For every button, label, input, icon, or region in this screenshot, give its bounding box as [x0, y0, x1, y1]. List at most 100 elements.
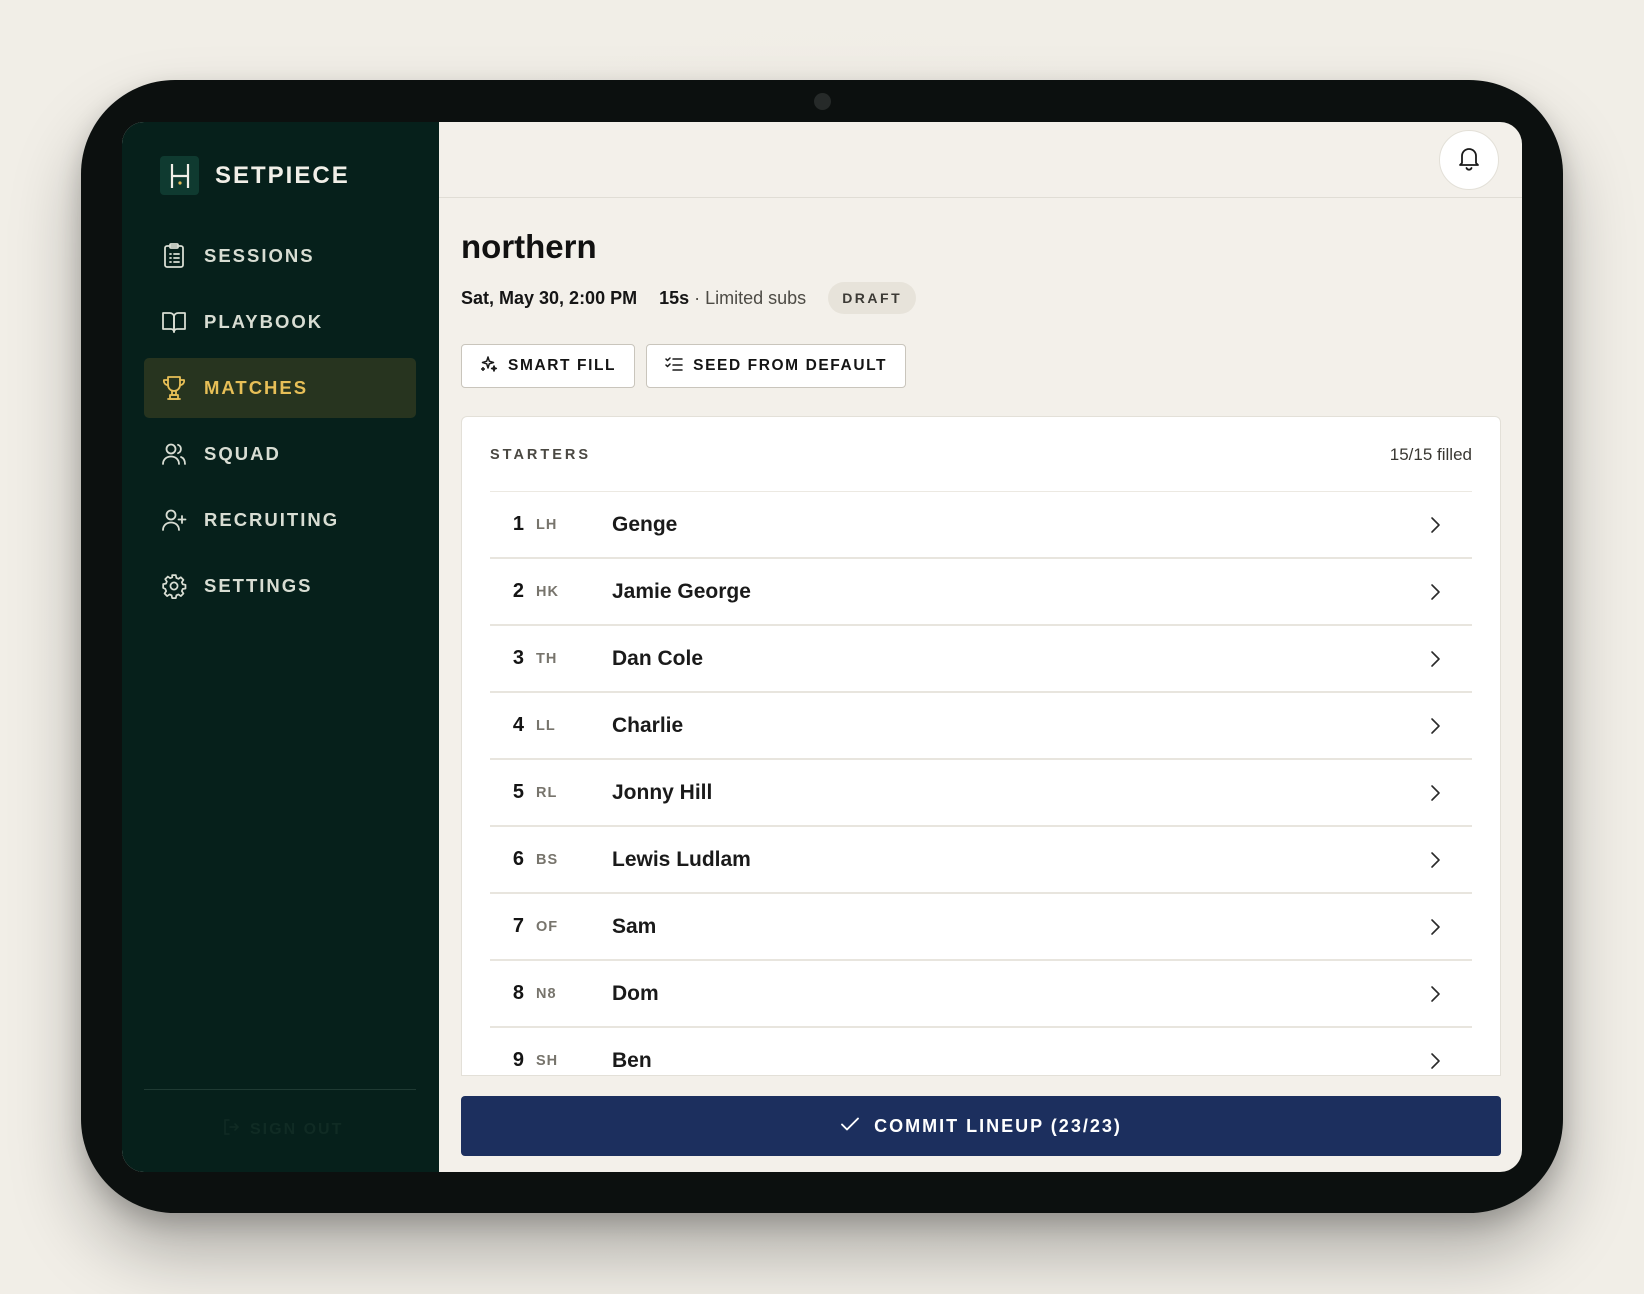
table-row[interactable]: 8 N8 Dom: [490, 961, 1472, 1028]
chevron-right-icon: [1431, 986, 1440, 1002]
player-name: Jamie George: [612, 579, 751, 603]
commit-lineup-label: COMMIT LINEUP (23/23): [874, 1115, 1122, 1136]
app-screen: SETPIECE SESSIONS PLAYBOOK MATCHES SQUAD…: [122, 122, 1522, 1172]
sidebar-item-label: SQUAD: [204, 443, 281, 464]
jersey-number: 6: [512, 848, 524, 870]
position-code: SH: [536, 1052, 559, 1069]
table-row[interactable]: 6 BS Lewis Ludlam: [490, 827, 1472, 894]
status-badge: DRAFT: [828, 282, 917, 314]
chevron-right-icon: [1431, 1053, 1440, 1069]
position-code: OF: [536, 918, 559, 935]
chevron-right-icon: [1431, 785, 1440, 801]
seed-from-default-button[interactable]: SEED FROM DEFAULT: [646, 344, 907, 388]
stage: SETPIECE SESSIONS PLAYBOOK MATCHES SQUAD…: [0, 0, 1644, 1294]
trophy-icon: [160, 374, 188, 402]
match-format: 15s: [659, 287, 690, 308]
chevron-right-icon: [1431, 852, 1440, 868]
chevron-right-icon: [1431, 517, 1440, 533]
sidebar-item-label: MATCHES: [204, 377, 309, 398]
top-bar: [439, 122, 1522, 198]
bell-icon: [1457, 145, 1481, 176]
sidebar-nav: SESSIONS PLAYBOOK MATCHES SQUAD RECRUITI…: [144, 226, 416, 622]
sign-out-icon: [222, 1118, 240, 1141]
smart-fill-button[interactable]: SMART FILL: [461, 344, 636, 388]
player-name: Sam: [612, 914, 657, 938]
jersey-number: 8: [512, 982, 524, 1004]
table-row[interactable]: 3 TH Dan Cole: [490, 626, 1472, 693]
page-title: northern: [461, 228, 597, 265]
sidebar: SETPIECE SESSIONS PLAYBOOK MATCHES SQUAD…: [122, 122, 439, 1172]
users-icon: [160, 440, 188, 468]
position-code: LL: [536, 717, 556, 734]
brand-name: SETPIECE: [215, 161, 350, 189]
user-plus-icon: [160, 506, 188, 534]
notifications-button[interactable]: [1439, 130, 1499, 190]
position-code: N8: [536, 985, 557, 1002]
gear-icon: [160, 572, 188, 600]
table-row[interactable]: 4 LL Charlie: [490, 693, 1472, 760]
position-code: HK: [536, 583, 559, 600]
smart-fill-label: SMART FILL: [508, 357, 617, 374]
player-name: Dan Cole: [612, 646, 704, 670]
player-name: Dom: [612, 981, 659, 1005]
table-row[interactable]: 2 HK Jamie George: [490, 559, 1472, 626]
sign-out-button[interactable]: SIGN OUT: [222, 1118, 343, 1141]
chevron-right-icon: [1431, 651, 1440, 667]
player-name: Ben: [612, 1048, 652, 1072]
jersey-number: 1: [512, 513, 524, 535]
seed-from-default-label: SEED FROM DEFAULT: [693, 357, 888, 374]
check-icon: [840, 1116, 860, 1137]
player-name: Charlie: [612, 713, 684, 737]
match-subs: · Limited subs: [694, 287, 807, 308]
player-name: Jonny Hill: [612, 780, 713, 804]
position-code: RL: [536, 784, 558, 801]
jersey-number: 3: [512, 647, 524, 669]
sidebar-item-playbook[interactable]: PLAYBOOK: [144, 292, 416, 352]
jersey-number: 4: [512, 714, 524, 736]
brand[interactable]: SETPIECE: [160, 156, 350, 195]
sidebar-item-sessions[interactable]: SESSIONS: [144, 226, 416, 286]
sidebar-item-label: RECRUITING: [204, 509, 340, 530]
starters-panel: STARTERS 15/15 filled 1 LH Genge 2 HK Ja…: [461, 416, 1501, 1076]
jersey-number: 5: [512, 781, 524, 803]
table-row[interactable]: 9 SH Ben: [490, 1028, 1472, 1075]
sidebar-item-recruiting[interactable]: RECRUITING: [144, 490, 416, 550]
list-checks-icon: [665, 356, 683, 377]
sign-out-label: SIGN OUT: [250, 1120, 344, 1138]
match-meta: Sat, May 30, 2:00 PM 15s · Limited subs …: [461, 282, 917, 314]
player-name: Genge: [612, 512, 678, 536]
sidebar-item-label: PLAYBOOK: [204, 311, 324, 332]
sparkles-icon: [480, 355, 498, 378]
open-book-icon: [160, 308, 188, 336]
starters-header: STARTERS 15/15 filled: [490, 445, 1472, 465]
table-row[interactable]: 7 OF Sam: [490, 894, 1472, 961]
sidebar-item-label: SESSIONS: [204, 245, 315, 266]
sidebar-item-settings[interactable]: SETTINGS: [144, 556, 416, 616]
position-code: LH: [536, 516, 558, 533]
sidebar-divider: [144, 1089, 416, 1090]
table-row[interactable]: 5 RL Jonny Hill: [490, 760, 1472, 827]
starters-title: STARTERS: [490, 447, 592, 463]
sidebar-item-label: SETTINGS: [204, 575, 313, 596]
match-date: Sat, May 30, 2:00 PM: [461, 287, 638, 308]
position-code: BS: [536, 851, 559, 868]
jersey-number: 7: [512, 915, 524, 937]
commit-lineup-button[interactable]: COMMIT LINEUP (23/23): [461, 1096, 1501, 1156]
starters-list: 1 LH Genge 2 HK Jamie George 3 TH Dan Co…: [490, 491, 1472, 1075]
jersey-number: 9: [512, 1049, 524, 1071]
tablet-frame: SETPIECE SESSIONS PLAYBOOK MATCHES SQUAD…: [81, 80, 1563, 1213]
starters-filled-count: 15/15 filled: [1389, 445, 1472, 464]
camera-icon: [814, 93, 831, 110]
jersey-number: 2: [512, 580, 524, 602]
player-name: Lewis Ludlam: [612, 847, 751, 871]
table-row[interactable]: 1 LH Genge: [490, 492, 1472, 559]
lineup-actions: SMART FILL SEED FROM DEFAULT: [461, 344, 917, 388]
sidebar-item-matches[interactable]: MATCHES: [144, 358, 416, 418]
position-code: TH: [536, 650, 558, 667]
clipboard-list-icon: [160, 242, 188, 270]
chevron-right-icon: [1431, 584, 1440, 600]
chevron-right-icon: [1431, 919, 1440, 935]
main-content: northern Sat, May 30, 2:00 PM 15s · Limi…: [439, 122, 1522, 1172]
sidebar-item-squad[interactable]: SQUAD: [144, 424, 416, 484]
goalposts-icon: [160, 156, 199, 195]
